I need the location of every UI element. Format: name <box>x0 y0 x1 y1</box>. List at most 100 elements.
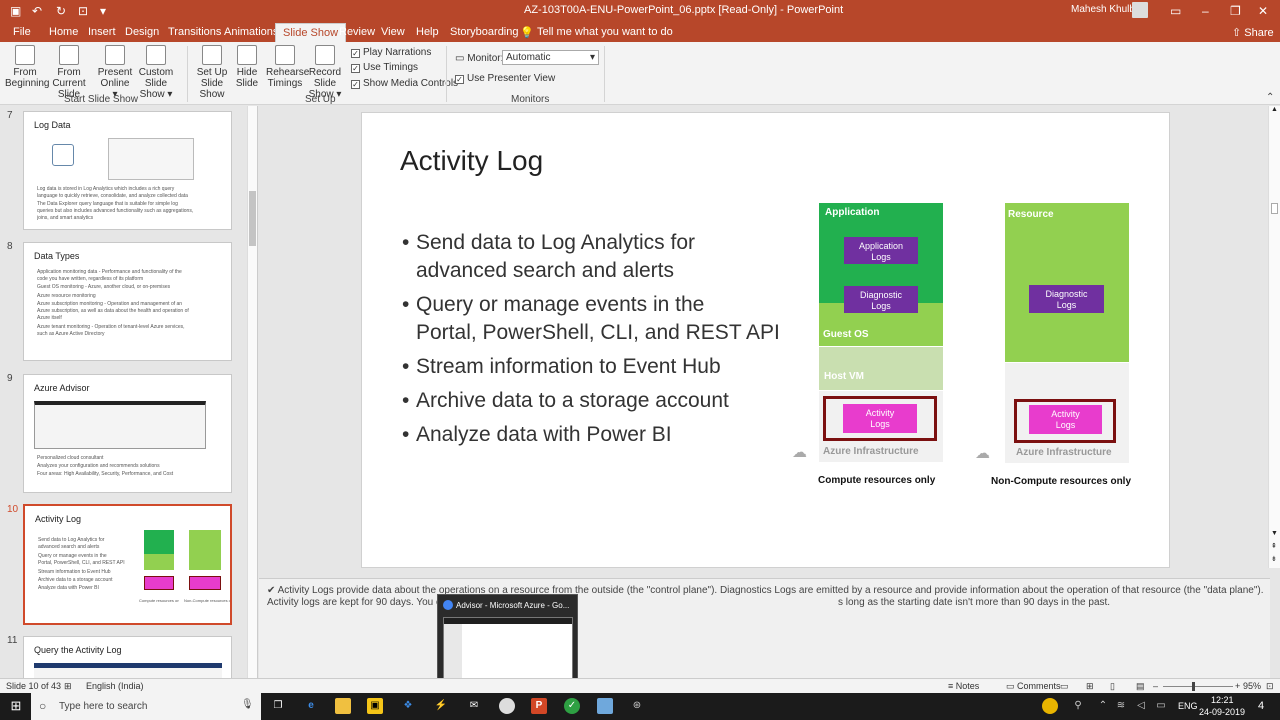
slide-sorter-icon[interactable]: ⊞ <box>1086 681 1094 692</box>
tell-me-box[interactable]: Tell me what you want to do <box>537 26 673 38</box>
wifi-icon[interactable]: ≋ <box>1113 698 1129 714</box>
comments-button[interactable]: ▭ Comments <box>1006 681 1061 692</box>
people-icon[interactable]: ⚲ <box>1070 698 1086 714</box>
tab-insert[interactable]: Insert <box>88 26 116 38</box>
app-icon[interactable] <box>597 698 613 714</box>
redo-icon[interactable]: ↻ <box>56 4 66 18</box>
language-status[interactable]: English (India) <box>86 681 144 691</box>
diagnostic-logs-box[interactable]: Diagnostic Logs <box>844 286 918 313</box>
battery-icon[interactable]: ▭ <box>1153 698 1169 714</box>
thumbnail-scrollbar[interactable] <box>247 106 257 678</box>
scroll-thumb[interactable] <box>249 191 256 246</box>
zoom-out-icon[interactable]: – <box>1153 681 1158 691</box>
tab-slide-show[interactable]: Slide Show <box>275 23 347 42</box>
scroll-up-icon[interactable]: ▲ <box>1271 106 1278 113</box>
zoom-slider[interactable] <box>1163 682 1233 691</box>
slide-thumbnail-9[interactable]: Azure Advisor Personalized cloud consult… <box>23 374 232 493</box>
avatar[interactable] <box>1132 2 1148 18</box>
show-media-controls-checkbox[interactable]: ✓ Show Media Controls <box>351 78 458 89</box>
microphone-icon[interactable]: 🎙 <box>241 699 254 710</box>
application-logs-box[interactable]: Application Logs <box>844 237 918 264</box>
clock-time[interactable]: 12:21 <box>1211 695 1234 705</box>
use-timings-checkbox[interactable]: ✓ Use Timings <box>351 62 418 73</box>
notification-icon[interactable]: 4 <box>1253 698 1269 714</box>
start-from-beginning-icon[interactable]: ⊡ <box>78 4 88 18</box>
undo-icon[interactable]: ↶ <box>32 4 42 18</box>
tab-file[interactable]: File <box>13 26 31 38</box>
language-indicator[interactable]: ENG <box>1178 701 1198 711</box>
task-view-icon[interactable]: ❐ <box>270 698 286 714</box>
resource-diagnostic-logs-box[interactable]: Diagnostic Logs <box>1029 285 1104 313</box>
spelling-icon[interactable]: ⊞ <box>64 681 72 692</box>
use-presenter-view-checkbox[interactable]: ✓ Use Presenter View <box>455 73 555 84</box>
tab-review[interactable]: Review <box>339 26 375 38</box>
save-icon[interactable]: ▣ <box>10 4 21 18</box>
play-narrations-checkbox[interactable]: ✓ Play Narrations <box>351 47 431 58</box>
edge-icon[interactable]: e <box>303 698 319 714</box>
slide-canvas[interactable]: Activity Log • Send data to Log Analytics… <box>361 112 1170 568</box>
from-beginning-button[interactable]: From Beginning <box>5 42 49 89</box>
tab-animations[interactable]: Animations <box>224 26 278 38</box>
dropbox-icon[interactable]: ❖ <box>400 698 416 714</box>
tab-view[interactable]: View <box>381 26 405 38</box>
slide-thumbnail-11[interactable]: Query the Activity Log <box>23 636 232 678</box>
zoom-slider-thumb[interactable] <box>1192 682 1195 691</box>
clock-date[interactable]: 24-09-2019 <box>1199 707 1245 717</box>
windows-start-icon[interactable]: ⊞ <box>8 698 24 714</box>
notes-button[interactable]: ≡ Notes <box>948 681 979 691</box>
zoom-level[interactable]: 95% <box>1243 681 1261 691</box>
user-name[interactable]: Mahesh Khulbe <box>1071 4 1141 15</box>
notes-pane[interactable]: ✔ Activity Logs provide data about the o… <box>259 578 1270 678</box>
chrome-taskbar-icon[interactable] <box>499 698 515 714</box>
help-tray-icon[interactable] <box>1042 698 1058 714</box>
activity-logs-box[interactable]: Activity Logs <box>843 404 917 433</box>
from-current-slide-button[interactable]: From Current Slide <box>45 42 93 100</box>
present-online-button[interactable]: Present Online ▾ <box>97 42 133 100</box>
normal-view-icon[interactable]: ▭ <box>1060 681 1069 692</box>
taskbar-search[interactable]: ○ Type here to search 🎙 <box>31 693 261 720</box>
powerpoint-icon[interactable]: P <box>531 698 547 714</box>
slide-thumbnail-7[interactable]: Log Data Log data is stored in Log Analy… <box>23 111 232 230</box>
custom-slide-show-button[interactable]: Custom Slide Show ▾ <box>130 42 182 100</box>
slide-title[interactable]: Activity Log <box>400 145 543 177</box>
tab-help[interactable]: Help <box>416 26 439 38</box>
customize-toolbar-icon[interactable]: ▾ <box>100 4 106 18</box>
scroll-down-icon[interactable]: ▼ <box>1271 530 1278 537</box>
slide-show-view-icon[interactable]: ▤ <box>1136 681 1145 692</box>
mail-icon[interactable]: ✉ <box>466 698 482 714</box>
slide-thumbnail-8[interactable]: Data Types Application monitoring data -… <box>23 242 232 361</box>
host-vm-block[interactable]: Host VM <box>819 347 943 390</box>
restore-icon[interactable]: ❐ <box>1230 4 1241 18</box>
set-up-slide-show-button[interactable]: Set Up Slide Show <box>191 42 233 100</box>
fit-slide-icon[interactable]: ⊡ <box>1266 681 1274 692</box>
resource-activity-logs-box[interactable]: Activity Logs <box>1029 405 1102 434</box>
slide-thumbnail-10[interactable]: Activity Log Send data to Log Analytics … <box>23 504 232 625</box>
ribbon-display-options-icon[interactable]: ▭ <box>1170 4 1181 18</box>
reading-view-icon[interactable]: ▯ <box>1110 681 1115 692</box>
previous-slide-icon[interactable]: ⇞ <box>1271 542 1277 550</box>
tab-home[interactable]: Home <box>49 26 78 38</box>
slide-scrollbar[interactable]: ▲ ▼ ⇞ ⇟ <box>1268 106 1280 568</box>
green-app-icon[interactable]: ✓ <box>564 698 580 714</box>
resource-block[interactable]: Resource <box>1005 203 1129 362</box>
scroll-thumb[interactable] <box>1271 203 1278 214</box>
zoom-in-icon[interactable]: + <box>1235 681 1240 691</box>
tab-design[interactable]: Design <box>125 26 159 38</box>
record-slide-show-button[interactable]: Record Slide Show ▾ <box>302 42 348 100</box>
store-icon[interactable]: ▣ <box>367 698 383 714</box>
minimize-icon[interactable]: – <box>1202 4 1209 18</box>
next-slide-icon[interactable]: ⇟ <box>1271 555 1277 563</box>
tab-transitions[interactable]: Transitions <box>168 26 221 38</box>
hide-slide-button[interactable]: Hide Slide <box>235 42 259 89</box>
powershell-icon[interactable]: ⚡ <box>433 698 449 714</box>
volume-icon[interactable]: ◁ <box>1133 698 1149 714</box>
rehearse-timings-button[interactable]: Rehearse Timings <box>266 42 309 89</box>
monitor-select[interactable]: Automatic ▾ <box>502 50 599 65</box>
settings-app-icon[interactable]: ⊛ <box>629 698 645 714</box>
close-icon[interactable]: ✕ <box>1258 4 1268 18</box>
tray-chevron-icon[interactable]: ⌃ <box>1095 698 1111 714</box>
tab-storyboarding[interactable]: Storyboarding <box>450 26 519 38</box>
share-button[interactable]: ⇧ Share <box>1232 26 1274 39</box>
file-explorer-icon[interactable] <box>335 698 351 714</box>
collapse-ribbon-icon[interactable]: ⌃ <box>1266 92 1274 103</box>
